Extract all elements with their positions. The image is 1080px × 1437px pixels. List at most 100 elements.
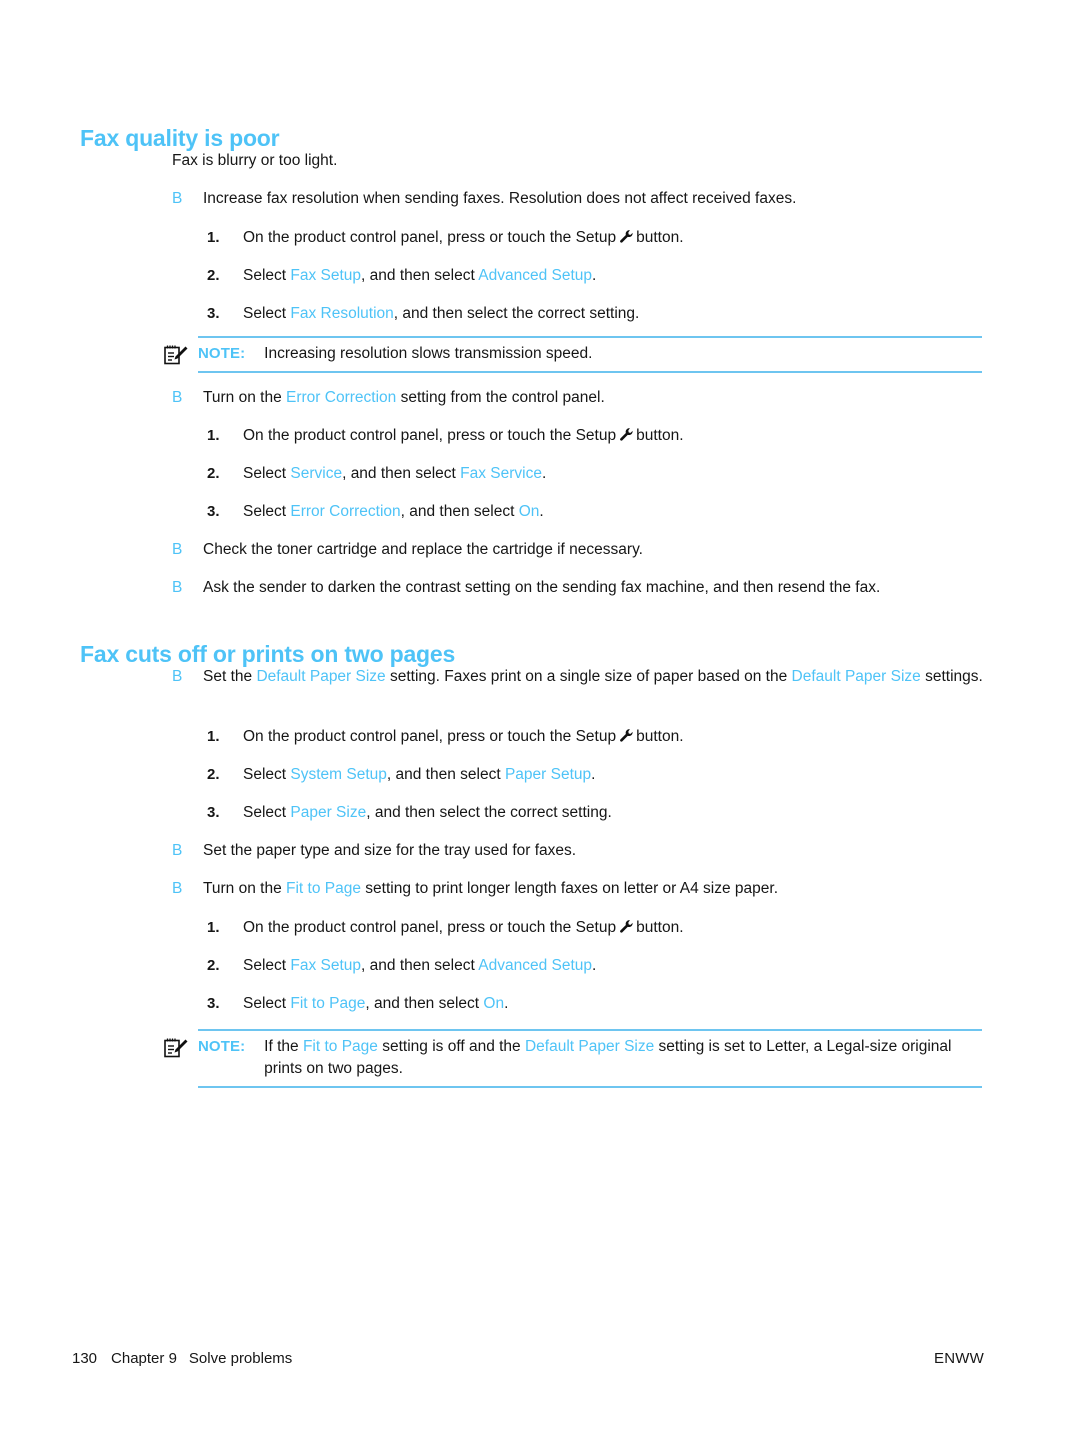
note-text: Increasing resolution slows transmission… (264, 345, 593, 362)
note-pad-pencil-icon (163, 344, 189, 366)
bullet-marker: B (172, 880, 183, 897)
ui-label: Advanced Setup (478, 957, 593, 974)
bullet-item: B Check the toner cartridge and replace … (172, 539, 984, 561)
step-text: Select System Setup, and then select Pap… (243, 766, 596, 783)
footer-left: 130 Chapter 9 Solve problems (72, 1350, 292, 1367)
section-heading-fax-cuts-off: Fax cuts off or prints on two pages (80, 641, 456, 668)
numbered-step: 2. Select Fax Setup, and then select Adv… (207, 955, 984, 977)
step-text: On the product control panel, press or t… (243, 227, 984, 251)
bullet-text: Increase fax resolution when sending fax… (203, 190, 797, 207)
ui-label: Fax Resolution (290, 305, 394, 322)
bullet-text: Set the paper type and size for the tray… (203, 842, 577, 859)
ui-label: Paper Setup (504, 766, 592, 783)
step-number: 3. (207, 804, 220, 821)
note-rule-bottom (198, 1086, 982, 1088)
ui-label: Fax Service (460, 465, 542, 482)
note-rule-bottom (198, 371, 982, 373)
numbered-step: 3. Select Paper Size, and then select th… (207, 802, 984, 824)
ui-label: System Setup (290, 766, 387, 783)
bullet-item: B Set the Default Paper Size setting. Fa… (172, 666, 984, 688)
section-heading-fax-quality: Fax quality is poor (80, 125, 280, 152)
footer-page-number: 130 (72, 1350, 98, 1367)
note-text: If the Fit to Page setting is off and th… (264, 1038, 952, 1077)
step-number: 3. (207, 305, 220, 322)
step-text: Select Fax Setup, and then select Advanc… (243, 267, 597, 284)
step-number: 3. (207, 503, 220, 520)
note-body: NOTE: If the Fit to Page setting is off … (163, 1031, 982, 1086)
step-text: On the product control panel, press or t… (243, 726, 984, 750)
numbered-step: 2. Select Service, and then select Fax S… (207, 463, 984, 485)
ui-label: Service (290, 465, 343, 482)
ui-label: On (483, 995, 505, 1012)
page-footer: 130 Chapter 9 Solve problems ENWW (72, 1350, 984, 1367)
step-number: 1. (207, 427, 220, 444)
bullet-text: Check the toner cartridge and replace th… (203, 541, 643, 558)
intro-paragraph: Fax is blurry or too light. (172, 152, 338, 169)
footer-chapter-title: Solve problems (188, 1350, 293, 1367)
document-page: Fax quality is poor Fax is blurry or too… (0, 0, 1080, 1437)
ui-label: Error Correction (290, 503, 401, 520)
note-label: NOTE: (198, 345, 246, 362)
numbered-step: 2. Select System Setup, and then select … (207, 764, 984, 786)
step-text: Select Fax Setup, and then select Advanc… (243, 957, 597, 974)
bullet-text: Turn on the Fit to Page setting to print… (203, 880, 779, 897)
note-body: NOTE: Increasing resolution slows transm… (163, 338, 982, 371)
note-box: NOTE: If the Fit to Page setting is off … (163, 1029, 982, 1088)
ui-label: Default Paper Size (791, 668, 921, 685)
ui-label: Fax Setup (290, 957, 362, 974)
numbered-step: 3. Select Error Correction, and then sel… (207, 501, 984, 523)
step-number: 2. (207, 465, 220, 482)
bullet-text: Set the Default Paper Size setting. Faxe… (203, 668, 983, 685)
wrench-icon (619, 427, 634, 449)
step-text: Select Fit to Page, and then select On. (243, 995, 509, 1012)
numbered-step: 3. Select Fit to Page, and then select O… (207, 993, 984, 1015)
wrench-icon (619, 229, 634, 251)
bullet-item: B Turn on the Error Correction setting f… (172, 387, 984, 409)
bullet-marker: B (172, 842, 183, 859)
numbered-step: 1. On the product control panel, press o… (207, 917, 984, 941)
bullet-text: Turn on the Error Correction setting fro… (203, 389, 605, 406)
ui-label: Paper Size (290, 804, 367, 821)
numbered-step: 1. On the product control panel, press o… (207, 726, 984, 750)
ui-label: Fit to Page (290, 995, 366, 1012)
note-label: NOTE: (198, 1038, 246, 1055)
bullet-marker: B (172, 389, 183, 406)
note-box: NOTE: Increasing resolution slows transm… (163, 336, 982, 373)
bullet-item: B Turn on the Fit to Page setting to pri… (172, 878, 984, 900)
bullet-item: B Set the paper type and size for the tr… (172, 840, 984, 862)
step-number: 1. (207, 229, 220, 246)
step-number: 1. (207, 728, 220, 745)
wrench-icon (619, 919, 634, 941)
bullet-marker: B (172, 541, 183, 558)
ui-label: Fit to Page (302, 1038, 378, 1055)
wrench-icon (619, 728, 634, 750)
bullet-marker: B (172, 668, 183, 685)
step-text: On the product control panel, press or t… (243, 425, 984, 449)
ui-label: Fax Setup (290, 267, 362, 284)
step-text: Select Error Correction, and then select… (243, 503, 544, 520)
step-text: Select Fax Resolution, and then select t… (243, 305, 640, 322)
numbered-step: 1. On the product control panel, press o… (207, 425, 984, 449)
numbered-step: 1. On the product control panel, press o… (207, 227, 984, 251)
footer-chapter: Chapter 9 (111, 1350, 177, 1367)
step-text: Select Service, and then select Fax Serv… (243, 465, 547, 482)
step-number: 2. (207, 766, 220, 783)
step-number: 3. (207, 995, 220, 1012)
bullet-marker: B (172, 579, 183, 596)
step-number: 2. (207, 957, 220, 974)
ui-label: Fit to Page (286, 880, 361, 897)
ui-label: Default Paper Size (256, 668, 386, 685)
ui-label: Advanced Setup (478, 267, 593, 284)
bullet-text: Ask the sender to darken the contrast se… (203, 579, 881, 596)
ui-label: On (518, 503, 540, 520)
step-text: Select Paper Size, and then select the c… (243, 804, 612, 821)
ui-label: Default Paper Size (524, 1038, 655, 1055)
footer-language-code: ENWW (934, 1350, 984, 1367)
note-pad-pencil-icon (163, 1037, 189, 1059)
step-number: 2. (207, 267, 220, 284)
bullet-item: B Ask the sender to darken the contrast … (172, 577, 984, 599)
ui-label: Error Correction (286, 389, 397, 406)
bullet-item: B Increase fax resolution when sending f… (172, 188, 984, 210)
numbered-step: 2. Select Fax Setup, and then select Adv… (207, 265, 984, 287)
step-number: 1. (207, 919, 220, 936)
